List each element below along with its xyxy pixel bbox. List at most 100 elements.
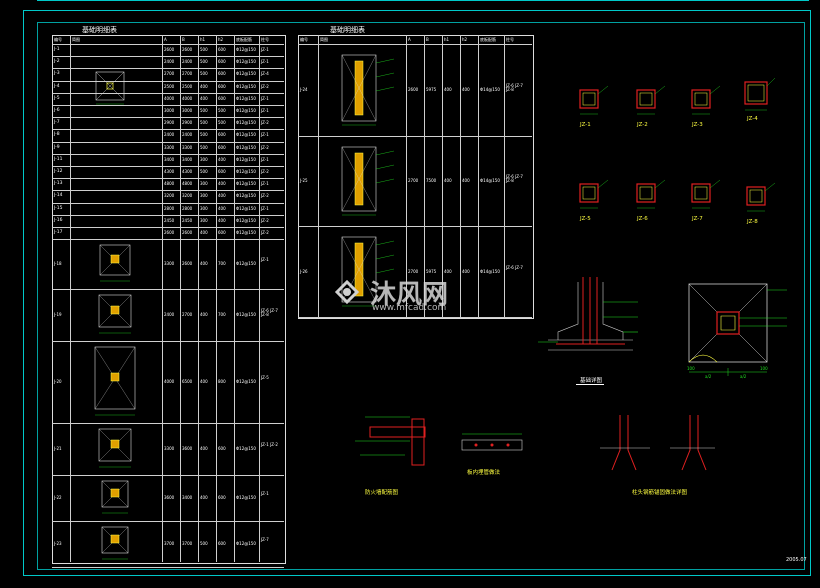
table1-cell-b: 2450	[182, 217, 193, 223]
table1-big-cell-id: J-21	[54, 446, 62, 452]
table1-cell-b: 2700	[182, 71, 193, 77]
table1-big-cell-h2: 600	[218, 541, 226, 547]
table1-row-rule	[52, 239, 284, 241]
table1-cell-h2: 600	[218, 169, 226, 174]
table2-cell-rebar: Φ14@150	[480, 87, 500, 92]
table1-cell-h1: 500	[200, 132, 208, 138]
table1-cell-id: J-9	[54, 144, 60, 150]
table2-cell-a: 2700	[408, 178, 419, 183]
table2-header-cell: B	[426, 37, 429, 42]
foundation-section-caption: 基础详图	[580, 378, 603, 384]
table1-big-cell-rebar: Φ12@150	[236, 261, 256, 267]
table1-cell-a: 4300	[164, 169, 175, 174]
table1-big-cell-h2: 700	[218, 312, 226, 318]
table1-cell-id: J-6	[54, 108, 60, 113]
column-section-label: JZ-7	[692, 216, 703, 222]
table1-cell-rebar: Φ12@150	[236, 181, 256, 187]
date-stamp: 2005.07	[786, 557, 807, 563]
column-section-jz-6	[636, 179, 666, 209]
table2-cell-rebar: Φ14@150	[480, 268, 500, 274]
table2-cell-id: J-26	[300, 268, 308, 274]
table1-big-cell-h1: 400	[200, 379, 208, 385]
table1-row-rule	[52, 92, 284, 94]
table2-header-cell: h1	[444, 37, 450, 42]
table2-cell-id: J-24	[300, 87, 308, 92]
table1-foundation-sketch	[101, 480, 129, 514]
table1-row-rule	[52, 178, 284, 180]
table1-header-cell: B	[182, 37, 185, 42]
table1-big-cell-rebar: Φ12@150	[236, 541, 256, 547]
table1-cell-id: J-13	[54, 181, 63, 187]
table1-big-cell-a: 2400	[164, 312, 175, 318]
table1-col-divider	[162, 35, 163, 562]
column-section-label: JZ-6	[637, 216, 648, 222]
table1-foundation-sketch	[94, 346, 136, 416]
table1-cell-rebar: Φ12@150	[236, 169, 256, 174]
table1-header-cell: h1	[200, 37, 206, 42]
table2-header-cell: 编号	[300, 37, 308, 42]
table1-cell-id: J-7	[54, 120, 60, 126]
plan-dim-a2-left: a/2	[705, 374, 712, 379]
table1-cell-a: 2500	[164, 83, 175, 89]
column-section-jz-4	[744, 77, 776, 111]
table1-cell-h1: 400	[200, 95, 208, 101]
table2-cell-col: JZ-6 JZ-7 JZ-8	[506, 83, 523, 92]
table1-cell-b: 3300	[182, 144, 193, 150]
table2-title: 基础明细表	[330, 26, 365, 34]
table1-cell-b: 2400	[182, 132, 193, 138]
table1-big-cell-a: 3300	[164, 446, 175, 452]
table1-cell-a: 2600	[164, 47, 175, 52]
column-section-jz-7	[691, 179, 721, 209]
table1-foundation-sketch	[101, 526, 129, 560]
table2-header-cell: 简图	[320, 37, 328, 42]
table2-cell-h1: 400	[444, 268, 452, 274]
table1-cell-id: J-1	[54, 47, 60, 52]
watermark-url: www.mfcad.com	[372, 303, 447, 313]
table1-foundation-sketch	[99, 244, 131, 282]
table1-foundation-sketch	[98, 428, 132, 468]
table1-big-cell-h1: 400	[200, 261, 208, 267]
table1-cell-a: 4000	[164, 95, 175, 101]
table1-cell-b: 3000	[182, 108, 193, 113]
table2-cell-h1: 400	[444, 178, 452, 183]
table2-row-rule	[298, 317, 532, 318]
table1-cell-b: 2500	[182, 83, 193, 89]
table1-big-cell-rebar: Φ12@150	[236, 446, 256, 452]
table1-cell-id: J-12	[54, 169, 63, 174]
table1-cell-a: 2900	[164, 120, 175, 126]
table1-row-rule	[52, 214, 284, 216]
table1-foundation-sketch	[98, 294, 132, 334]
table2-cell-h2: 400	[462, 178, 470, 183]
table1-big-cell-a: 3600	[164, 495, 175, 501]
firewall-rebar-caption: 防火墙配筋图	[365, 490, 399, 496]
table2-col-divider	[504, 35, 505, 317]
table1-cell-h1: 300	[200, 156, 208, 162]
table1-cell-col: JZ-1	[261, 108, 269, 113]
table1-col-divider	[70, 35, 71, 562]
table1-big-cell-b: 3400	[182, 495, 193, 501]
table1-cell-rebar: Φ12@150	[236, 217, 256, 223]
plan-dim-a2-right: a/2	[740, 374, 747, 379]
table1-cell-a: 2800	[164, 205, 175, 211]
table1-cell-id: J-17	[54, 230, 63, 235]
column-section-jz-1	[579, 85, 609, 115]
table1-row-rule	[52, 117, 284, 119]
table1-cell-col: JZ-4	[261, 71, 269, 77]
table2-row-rule	[298, 226, 532, 227]
table1-cell-id: J-2	[54, 59, 60, 65]
table1-cell-h2: 600	[218, 59, 226, 65]
table1-cell-h2: 400	[218, 217, 226, 223]
table1-header-cell: 底板配筋	[236, 37, 252, 42]
table1-row-rule	[52, 129, 284, 131]
column-section-jz-3	[691, 85, 721, 115]
table1-big-cell-b: 6500	[182, 379, 193, 385]
firewall-rebar-drawing	[355, 416, 426, 466]
table2-cell-b: 5975	[426, 268, 437, 274]
table1-header-cell: A	[164, 37, 167, 42]
table1-big-cell-id: J-18	[54, 261, 62, 267]
table1-cell-h2: 600	[218, 230, 226, 235]
table2-cell-col: JZ-6 JZ-7 JZ-8	[506, 174, 523, 183]
table1-cell-h2: 400	[218, 205, 226, 211]
table1-cell-rebar: Φ12@150	[236, 71, 256, 77]
column-section-jz-8	[746, 182, 776, 212]
